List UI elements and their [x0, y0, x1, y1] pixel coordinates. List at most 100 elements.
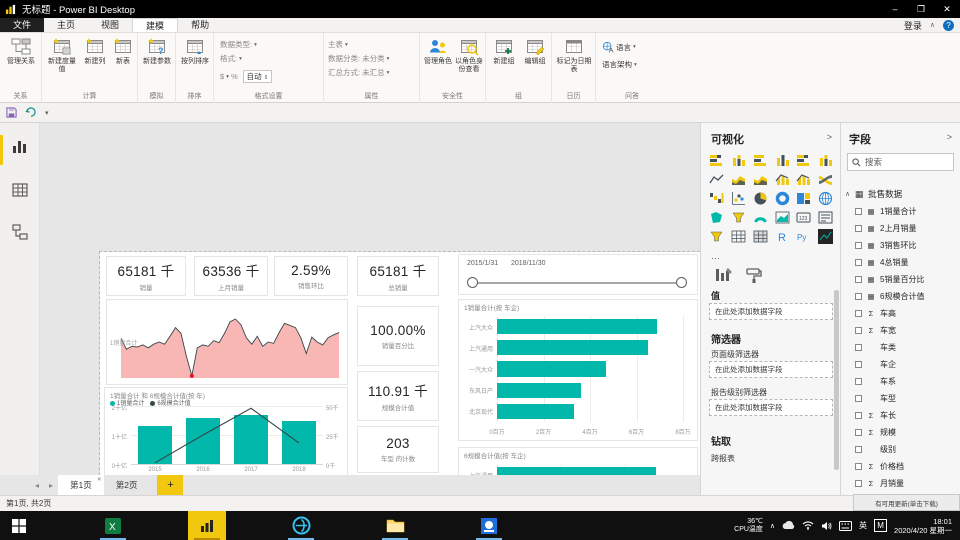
start-button[interactable]: [0, 511, 38, 540]
field-checkbox[interactable]: [855, 208, 862, 215]
bar-上汽大众[interactable]: [497, 318, 658, 335]
field-item[interactable]: Σ 车宽: [845, 322, 957, 339]
input-lang-indicator[interactable]: 英: [859, 520, 867, 531]
bar-上汽通用[interactable]: [497, 340, 649, 356]
card-visual-icon[interactable]: 123: [796, 210, 811, 225]
report-canvas[interactable]: 65181 千 销量 63536 千 上月销量 2.59% 销售环比 65181…: [40, 123, 735, 540]
line-visual-icon[interactable]: [709, 172, 724, 187]
taskbar-ie-icon[interactable]: [282, 511, 320, 540]
format-pane-tab[interactable]: [745, 267, 763, 283]
close-button[interactable]: ✕: [934, 0, 960, 18]
ime-icon[interactable]: M: [874, 519, 888, 532]
decimal-places-box[interactable]: 自动 ⇕: [242, 70, 273, 83]
prev-page-icon[interactable]: ◂: [30, 475, 44, 495]
kpi-card-percent[interactable]: 100.00% 销量百分比: [357, 306, 439, 366]
field-item[interactable]: ▦ 5销量百分比: [845, 271, 957, 288]
customize-qat-icon[interactable]: ▾: [45, 109, 49, 117]
save-icon[interactable]: [6, 107, 17, 118]
stacked-area-visual-icon[interactable]: [753, 172, 768, 187]
field-item[interactable]: 车型: [845, 390, 957, 407]
new-group-button[interactable]: 新建组: [489, 37, 519, 66]
field-checkbox[interactable]: [855, 395, 862, 402]
manage-roles-button[interactable]: 管理角色: [423, 37, 453, 66]
cpu-temp-widget[interactable]: 36℃ CPU温度: [734, 518, 763, 534]
data-view-button[interactable]: [11, 181, 29, 199]
kpi-card-mom[interactable]: 2.59% 销售环比: [274, 256, 348, 296]
python-visual-icon[interactable]: Py: [796, 229, 811, 244]
onedrive-icon[interactable]: [782, 521, 795, 530]
currency-button[interactable]: $: [220, 72, 224, 81]
kpi-card-lastmonth[interactable]: 63536 千 上月销量: [194, 256, 268, 296]
sign-in-link[interactable]: 登录: [904, 19, 922, 32]
language-schema-dropdown[interactable]: 语言架构 ▾: [602, 59, 637, 70]
scatter-visual-icon[interactable]: [731, 191, 746, 206]
field-checkbox[interactable]: [855, 344, 862, 351]
slicer-handle-start[interactable]: [467, 277, 478, 288]
kpi-card-total[interactable]: 65181 千 总销量: [357, 256, 439, 296]
pct-stacked-bar-visual-icon[interactable]: [796, 153, 811, 168]
field-item[interactable]: 车系: [845, 373, 957, 390]
mark-date-table-button[interactable]: 标记为日期表: [556, 37, 592, 74]
kpi-card-modelcount[interactable]: 203 车型 的计数: [357, 426, 439, 473]
table-visual-icon[interactable]: [731, 229, 746, 244]
next-page-icon[interactable]: ▸: [44, 475, 58, 495]
help-icon[interactable]: ?: [943, 19, 954, 31]
slicer-visual-icon[interactable]: [709, 229, 724, 244]
bar-北京现代[interactable]: [497, 403, 574, 420]
field-item[interactable]: Σ 价格档: [845, 458, 957, 475]
area-visual-icon[interactable]: [731, 172, 746, 187]
undo-icon[interactable]: [25, 107, 37, 118]
field-checkbox[interactable]: [855, 361, 862, 368]
clustered-bar-visual-icon[interactable]: [753, 153, 768, 168]
tab-modeling[interactable]: 建模: [132, 18, 179, 32]
tab-help[interactable]: 帮助: [178, 18, 222, 32]
manage-relationships-button[interactable]: 管理关系: [5, 37, 37, 66]
collapse-pane-icon[interactable]: >: [827, 132, 832, 142]
collapse-pane-icon[interactable]: >: [947, 132, 952, 142]
more-visuals-button[interactable]: …: [711, 251, 720, 261]
page-filters-well[interactable]: 在此处添加数据字段: [709, 361, 833, 378]
field-checkbox[interactable]: [855, 327, 862, 334]
percent-button[interactable]: %: [231, 72, 238, 81]
line-clustered-column-visual-icon[interactable]: [796, 172, 811, 187]
new-table-button[interactable]: 新表: [111, 37, 135, 66]
kpi-card-scale[interactable]: 110.91 千 规模合计值: [357, 371, 439, 421]
donut-visual-icon[interactable]: [775, 191, 790, 206]
language-dropdown[interactable]: A 语言 ▾: [602, 41, 636, 55]
fields-pane-tab[interactable]: [715, 267, 733, 283]
tray-expand-icon[interactable]: ∧: [770, 522, 775, 530]
model-view-button[interactable]: [11, 223, 29, 241]
field-checkbox[interactable]: [855, 378, 862, 385]
matrix-visual-icon[interactable]: [753, 229, 768, 244]
treemap-visual-icon[interactable]: [796, 191, 811, 206]
report-filters-well[interactable]: 在此处添加数据字段: [709, 399, 833, 416]
field-checkbox[interactable]: [855, 446, 862, 453]
collapse-ribbon-icon[interactable]: ∧: [930, 21, 935, 29]
taskbar-photos-icon[interactable]: [470, 511, 508, 540]
bar-东风日产[interactable]: [497, 382, 581, 398]
field-item[interactable]: ▦ 6规模合计值: [845, 288, 957, 305]
page-tab-2[interactable]: 第2页: [104, 475, 150, 495]
clock-widget[interactable]: 18:01 2020/4/20 星期一: [894, 517, 956, 535]
edit-group-button[interactable]: 编辑组: [520, 37, 550, 66]
taskbar-explorer-icon[interactable]: [376, 511, 414, 540]
kpi-card-sales[interactable]: 65181 千 销量: [106, 256, 186, 296]
field-item[interactable]: 级别: [845, 441, 957, 458]
data-type-dropdown[interactable]: 数据类型: ▾: [220, 39, 257, 50]
add-page-button[interactable]: +: [157, 475, 184, 495]
slicer-start-date[interactable]: 2015/1/31: [467, 260, 498, 267]
field-checkbox[interactable]: [855, 412, 862, 419]
clustered-column-visual-icon[interactable]: [775, 153, 790, 168]
tab-view[interactable]: 视图: [88, 18, 132, 32]
map-visual-icon[interactable]: [818, 191, 833, 206]
field-checkbox[interactable]: [855, 429, 862, 436]
wifi-icon[interactable]: [802, 521, 814, 530]
touch-keyboard-icon[interactable]: [839, 520, 853, 531]
slicer-handle-end[interactable]: [676, 277, 687, 288]
table-node[interactable]: ∧ ▦ 批售数据: [845, 185, 957, 203]
summarize-dropdown[interactable]: 汇总方式: 未汇总 ▾: [328, 67, 389, 78]
slicer-end-date[interactable]: 2018/11/30: [511, 260, 546, 267]
field-checkbox[interactable]: [855, 480, 862, 487]
combo-chart-sales-by-year[interactable]: 1销量合计 和 6规模合计值(按 年) 1销量合计 6规模合计值 2015 2016 20…: [104, 387, 348, 479]
field-item[interactable]: 车企: [845, 356, 957, 373]
